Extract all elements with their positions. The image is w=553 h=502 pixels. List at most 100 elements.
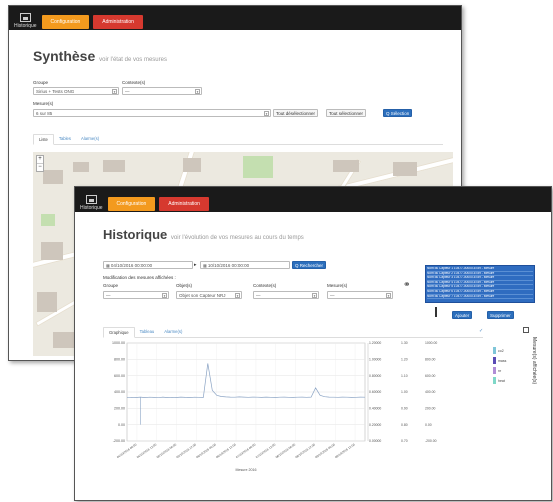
link-icon[interactable]: ⚭ [403,279,411,290]
mesure-select[interactable]: — ▾ [327,291,393,299]
y-tick-label-right3: 1000.00 [425,341,437,345]
mesure-list[interactable]: Nom du Capteur 1 10477-00000-6789 - Mesu… [425,265,535,303]
panel-toggle-icon[interactable] [523,327,529,333]
search-button[interactable]: Q Rechercher [292,261,327,269]
page-title-text: Historique [103,227,168,242]
y-tick-label-right2: 1.10 [401,374,408,378]
selection-button[interactable]: Q Sélection [383,109,413,117]
y-tick-label-right2: 0.70 [401,439,408,443]
nav-administration[interactable]: Administration [93,15,143,29]
map-building [183,158,201,172]
groupe-select[interactable]: — ▾ [103,291,169,299]
tab-tables[interactable]: Tables [54,134,76,144]
tab-liste[interactable]: Liste [33,134,54,145]
y-tick-label-left: 800.00 [114,358,125,362]
page-title-text: Synthèse [33,48,96,64]
tab-alarmes[interactable]: Alarme(s) [76,134,104,144]
y-tick-label-right3: 600.00 [425,374,435,378]
select-all-button[interactable]: Tout sélectionner [326,109,367,117]
y-tick-label-right2: 0.80 [401,423,408,427]
page-subtitle: voir l'état de vos mesures [99,57,167,63]
y-tick-label-right2: 1.00 [401,390,408,394]
groupe-select[interactable]: Sirius + Tests ONG ▾ [33,87,119,95]
y-tick-label-right3: 200.00 [425,407,435,411]
y-tick-label-left: 1000.00 [112,341,125,345]
tab-tableau[interactable]: Tableau [135,327,160,337]
ajouter-button[interactable]: Ajouter [452,311,473,319]
y-tick-label-left: 600.00 [114,374,125,378]
y-tick-label-right2: 0.90 [401,407,408,411]
chevron-down-icon: ▾ [112,89,117,94]
tab-bar: Liste Tables Alarme(s) [33,134,443,145]
y-tick-label-left: -200.00 [113,439,125,443]
x-tick-label: 05/10/2016 12:00 [176,442,198,459]
mesure-label: Mesure(s) [327,283,348,288]
zoom-out-button[interactable]: − [37,164,43,171]
history-chart[interactable]: 1000.00 1.20000 1.30 1000.00 800.00 1.00000 1.… [95,337,495,497]
filter-title: Modification des mesures affichées : [103,275,176,280]
x-tick-label: 06/10/2016 00:00 [195,442,217,459]
groupe-select-value: — [106,293,111,298]
groupe-select-value: Sirius + Tests ONG [36,89,75,94]
y-tick-label-right2: 1.20 [401,358,408,362]
mesures-affichees-title: Mesure(s) affichée(s) [531,337,537,385]
legend-label: heat [498,378,505,383]
chart-legend: co2 mass nr heat [493,347,506,387]
x-tick-label: 05/10/2016 00:00 [156,442,178,459]
y-tick-label-right1: 0.60000 [369,390,381,394]
chevron-down-icon: ▾ [386,293,391,298]
mesure-select[interactable]: 6 sur 85 ▾ [33,109,271,117]
nav-configuration[interactable]: Configuration [107,197,156,211]
app-logo[interactable]: Historique [75,195,108,211]
map-building [41,242,63,260]
date-from-input[interactable]: ▦ 04/10/2016 00:00:00 [103,261,193,269]
objet-select[interactable]: Objet son Capteur NRJ ▾ [176,291,242,299]
nav-administration[interactable]: Administration [159,197,209,211]
map-building [103,160,125,172]
chevron-down-icon: ▾ [195,89,200,94]
thermometer-icon [435,307,437,317]
y-tick-label-right1: 0.00000 [369,439,381,443]
map-park [243,156,273,178]
legend-label: nr [498,368,502,373]
x-tick-label: 09/10/2016 12:00 [334,442,356,459]
date-to-input[interactable]: ▦ 10/10/2016 00:00:00 [200,261,290,269]
contexte-select-value: — [125,89,130,94]
y-tick-label-left: 0.00 [118,423,125,427]
map-building [43,170,63,184]
logo-label: Historique [80,205,103,211]
legend-item[interactable]: heat [493,377,506,384]
arrow-right-icon: ▸ [194,262,197,268]
contexte-select[interactable]: — ▾ [253,291,319,299]
y-tick-label-right1: 1.00000 [369,358,381,362]
x-axis-label: Mesure 2016 [236,468,257,472]
tab-alarmes[interactable]: Alarme(s) [159,327,187,337]
chevron-down-icon: ▾ [235,293,240,298]
mesure-select-value: 6 sur 85 [36,111,53,116]
legend-label: co2 [498,348,504,353]
chevron-down-icon: ▾ [264,111,269,116]
x-tick-label: 06/10/2016 12:00 [215,442,237,459]
y-tick-label-right1: 0.80000 [369,374,381,378]
supprimer-button[interactable]: Supprimer [487,311,514,319]
map-building [37,292,57,312]
legend-item[interactable]: co2 [493,347,506,354]
x-tick-label: 04/10/2016 12:00 [136,442,158,459]
y-tick-label-right1: 0.20000 [369,423,381,427]
list-item[interactable]: Nom du Capteur 7 10477-00000-6789 - Mesu… [427,295,533,300]
nav-configuration[interactable]: Configuration [41,15,90,29]
y-tick-label-right3: -200.00 [425,439,437,443]
chart-icon [85,195,97,204]
zoom-in-button[interactable]: + [37,156,43,164]
legend-item[interactable]: nr [493,367,506,374]
legend-item[interactable]: mass [493,357,506,364]
objet-select-value: Objet son Capteur NRJ [179,293,226,298]
contexte-select[interactable]: — ▾ [122,87,202,95]
y-tick-label-right3: 800.00 [425,358,435,362]
app-logo[interactable]: Historique [9,13,42,29]
page-title: Historique voir l'évolution de vos mesur… [103,227,304,242]
objet-label: Objet(s) [176,283,193,288]
deselect-all-button[interactable]: Tout désélectionner [273,109,319,117]
map-building [73,162,89,172]
x-tick-label: 08/10/2016 00:00 [275,442,297,459]
